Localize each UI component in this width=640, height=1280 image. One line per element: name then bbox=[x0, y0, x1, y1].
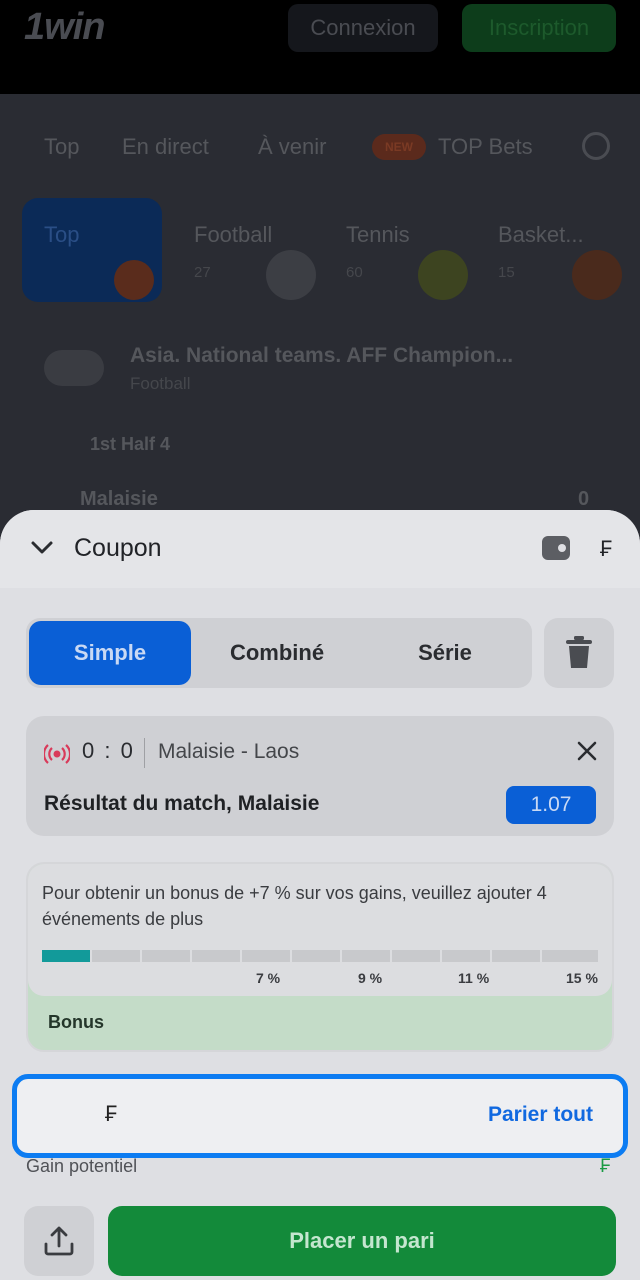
progress-segment bbox=[442, 950, 490, 962]
tennis-ball-icon bbox=[418, 250, 468, 300]
divider bbox=[144, 738, 145, 768]
coupon-header[interactable]: Coupon ₣ bbox=[0, 510, 640, 588]
signup-button[interactable]: Inscription bbox=[462, 4, 616, 52]
progress-segment bbox=[142, 950, 190, 962]
tab-upcoming[interactable]: À venir bbox=[258, 134, 326, 160]
bet-type-switch: Simple Combiné Série bbox=[26, 618, 532, 688]
progress-segment bbox=[542, 950, 598, 962]
tab-combine[interactable]: Combiné bbox=[196, 621, 358, 685]
stake-currency: ₣ bbox=[105, 1101, 118, 1126]
sport-count: 60 bbox=[346, 264, 363, 281]
market-name: Résultat du match, Malaisie bbox=[44, 792, 320, 815]
milestone-label: 11 % bbox=[458, 970, 490, 986]
progress-segment bbox=[92, 950, 140, 962]
milestone-label: 7 % bbox=[256, 970, 281, 986]
clear-coupon-button[interactable] bbox=[544, 618, 614, 688]
sport-name: Basket... bbox=[498, 222, 584, 247]
new-badge: NEW bbox=[372, 134, 426, 160]
sport-card-top[interactable]: Top bbox=[22, 198, 162, 302]
tab-top[interactable]: Top bbox=[44, 134, 79, 160]
sport-count: 15 bbox=[498, 264, 515, 281]
bet-card: 0 : 0 Malaisie - Laos Résultat du match,… bbox=[26, 716, 614, 836]
nav-tabs: Top En direct À venir TOP Bets bbox=[0, 120, 640, 176]
currency-symbol: ₣ bbox=[600, 536, 613, 561]
bonus-message: Pour obtenir un bonus de +7 % sur vos ga… bbox=[42, 883, 547, 929]
potential-gain-value: ₣ bbox=[600, 1156, 611, 1177]
bonus-progress-bar bbox=[42, 950, 598, 962]
stake-input[interactable]: ₣ Parier tout bbox=[25, 1085, 615, 1147]
team-name: Malaisie bbox=[80, 488, 158, 510]
share-icon bbox=[44, 1226, 74, 1256]
tab-top-bets[interactable]: TOP Bets bbox=[438, 134, 533, 160]
sport-name: Tennis bbox=[346, 222, 410, 247]
coupon-sheet: Coupon ₣ Simple Combiné Série 0 : 0 Mala… bbox=[0, 510, 640, 1280]
sport-name: Top bbox=[44, 222, 80, 247]
tab-live[interactable]: En direct bbox=[122, 134, 209, 160]
progress-segment bbox=[492, 950, 540, 962]
odds-badge: 1.07 bbox=[506, 786, 596, 824]
login-button[interactable]: Connexion bbox=[288, 4, 438, 52]
match-name: Malaisie - Laos bbox=[158, 740, 300, 763]
wallet-icon[interactable] bbox=[542, 536, 570, 560]
bonus-panel: Pour obtenir un bonus de +7 % sur vos ga… bbox=[26, 862, 614, 1052]
stake-input-container[interactable]: ₣ Parier tout bbox=[12, 1074, 628, 1158]
share-button[interactable] bbox=[24, 1206, 94, 1276]
progress-segment bbox=[242, 950, 290, 962]
league-flag-icon bbox=[44, 350, 104, 386]
bet-all-button[interactable]: Parier tout bbox=[488, 1103, 593, 1127]
league-row[interactable]: Asia. National teams. AFF Champion... Fo… bbox=[0, 330, 640, 410]
league-title: Asia. National teams. AFF Champion... bbox=[130, 344, 514, 367]
tab-simple[interactable]: Simple bbox=[29, 621, 191, 685]
logo: 1win bbox=[24, 6, 105, 48]
bonus-label: Bonus bbox=[48, 1012, 104, 1032]
progress-segment bbox=[392, 950, 440, 962]
basketball-icon bbox=[572, 250, 622, 300]
sport-card-basketball[interactable]: Basket... 15 bbox=[476, 198, 640, 302]
tab-serie[interactable]: Série bbox=[363, 621, 527, 685]
coupon-title: Coupon bbox=[74, 534, 162, 562]
trash-icon bbox=[566, 636, 592, 668]
live-broadcast-icon bbox=[44, 744, 70, 764]
close-icon[interactable] bbox=[576, 740, 598, 762]
team-score: 0 bbox=[578, 488, 590, 510]
progress-segment bbox=[342, 950, 390, 962]
league-sport: Football bbox=[130, 374, 191, 393]
sport-card-football[interactable]: Football 27 bbox=[172, 198, 316, 302]
progress-segment bbox=[192, 950, 240, 962]
progress-fill bbox=[42, 950, 90, 962]
milestone-label: 15 % bbox=[566, 970, 598, 986]
milestone-label: 9 % bbox=[358, 970, 383, 986]
sport-count: 27 bbox=[194, 264, 211, 281]
place-bet-button[interactable]: Placer un pari bbox=[108, 1206, 616, 1276]
progress-segment bbox=[292, 950, 340, 962]
search-icon[interactable] bbox=[582, 132, 610, 160]
football-icon bbox=[266, 250, 316, 300]
bonus-progress-card: Pour obtenir un bonus de +7 % sur vos ga… bbox=[28, 864, 612, 996]
fire-icon bbox=[114, 260, 154, 300]
period-label: 1st Half 4 bbox=[90, 434, 171, 454]
sport-name: Football bbox=[194, 222, 273, 247]
chevron-down-icon[interactable] bbox=[30, 538, 54, 558]
match-score: 0 : 0 bbox=[82, 738, 135, 763]
sport-card-tennis[interactable]: Tennis 60 bbox=[324, 198, 468, 302]
top-bar: 1win Connexion Inscription bbox=[0, 0, 640, 94]
potential-gain-label: Gain potentiel bbox=[26, 1156, 138, 1176]
